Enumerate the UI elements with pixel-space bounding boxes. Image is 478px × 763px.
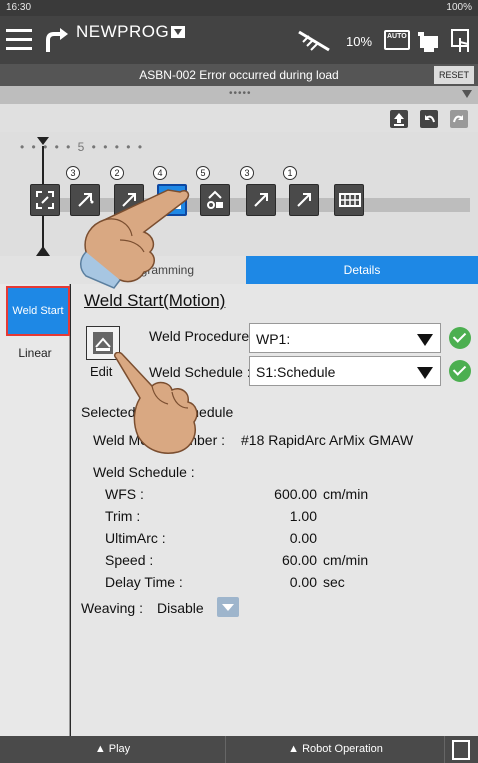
check-icon	[449, 360, 471, 382]
program-name-label: NEWPROG	[76, 22, 170, 41]
node-badge: 4	[153, 166, 167, 180]
timeline-node-weave[interactable]	[334, 184, 364, 216]
param-name: Delay Time :	[105, 574, 183, 590]
param-unit: cm/min	[323, 552, 369, 568]
undo-icon[interactable]	[420, 110, 438, 128]
speed-value[interactable]: 10%	[346, 34, 372, 49]
param-unit: sec	[323, 574, 345, 590]
chevron-down-icon	[171, 26, 186, 38]
param-value: 600.00	[274, 486, 317, 502]
upload-icon[interactable]	[390, 110, 408, 128]
param-name: UltimArc :	[105, 530, 166, 546]
error-message: ASBN-002 Error occurred during load	[139, 68, 339, 82]
weld-schedule-select[interactable]: S1:Schedule	[249, 356, 441, 386]
node-badge: 1	[283, 166, 297, 180]
program-timeline[interactable]: • • • • • 5 • • • • • 3 2 4 5 3 1	[0, 132, 478, 256]
error-bar: ASBN-002 Error occurred during load RESE…	[0, 64, 478, 86]
param-unit: cm/min	[323, 486, 369, 502]
node-badge: 3	[240, 166, 254, 180]
menu-icon[interactable]	[6, 23, 36, 55]
side-item-weld-start[interactable]: Weld Start	[6, 286, 70, 336]
chevron-down-icon[interactable]	[462, 90, 472, 98]
action-strip	[0, 104, 478, 132]
param-value: 1.00	[289, 508, 317, 524]
cursor-bottom-marker[interactable]	[36, 246, 50, 256]
weaving-value: Disable	[157, 600, 204, 616]
tab-details[interactable]: Details	[246, 256, 478, 284]
param-name: Trim :	[105, 508, 141, 524]
touch-icon[interactable]	[450, 28, 472, 54]
weld-procedure-select[interactable]: WP1:	[249, 323, 441, 353]
param-name: WFS :	[105, 486, 144, 502]
weaving-dropdown-icon[interactable]	[217, 597, 239, 617]
arrow-move-icon	[297, 193, 311, 207]
tap-hand-icon	[113, 352, 198, 454]
schedule-heading: Weld Schedule :	[93, 464, 195, 480]
check-icon	[449, 327, 471, 349]
node-badge: 5	[196, 166, 210, 180]
pendant-icon[interactable]	[416, 28, 442, 54]
play-button[interactable]: ▲ Play	[0, 736, 226, 763]
weave-icon	[339, 193, 361, 207]
dropdown-arrow-icon	[417, 334, 433, 346]
node-badge: 3	[66, 166, 80, 180]
auto-mode-label: AUTO	[387, 33, 407, 40]
weld-mode-value: #18 RapidArc ArMix GMAW	[241, 432, 414, 448]
redo-icon[interactable]	[450, 110, 468, 128]
node-badge: 2	[110, 166, 124, 180]
robot-operation-button[interactable]: ▲ Robot Operation	[227, 736, 445, 763]
status-bar: 16:30 100%	[0, 0, 478, 16]
side-item-linear[interactable]: Linear	[0, 346, 70, 370]
program-name[interactable]: NEWPROG	[76, 22, 186, 42]
param-name: Speed :	[105, 552, 154, 568]
timeline-node-frame[interactable]	[30, 184, 60, 216]
timeline-node-weld-end[interactable]	[200, 184, 230, 216]
collapse-handle[interactable]: •••••	[229, 88, 252, 99]
weld-procedure-label: Weld Procedure :	[149, 328, 257, 344]
tap-hand-icon	[80, 189, 190, 289]
status-time: 16:30	[6, 2, 32, 13]
param-value: 0.00	[289, 530, 317, 546]
dropdown-arrow-icon	[417, 367, 433, 379]
frame-icon	[36, 191, 54, 209]
step-arrow-icon[interactable]	[44, 26, 70, 54]
side-nav: Weld Start Linear	[0, 284, 70, 736]
timeline-node-move[interactable]	[289, 184, 319, 216]
bottom-bar: ▲ Play ▲ Robot Operation	[0, 736, 478, 763]
collapse-bar[interactable]: •••••	[0, 86, 478, 104]
tab-bar: Programming Details	[0, 256, 478, 284]
weld-end-icon	[207, 190, 223, 209]
param-value: 0.00	[289, 574, 317, 590]
arrow-move-icon	[254, 193, 268, 207]
auto-mode-icon: AUTO	[384, 30, 410, 50]
speed-icon[interactable]	[295, 28, 335, 54]
panel-title: Weld Start(Motion)	[84, 291, 226, 310]
weld-schedule-value: S1:Schedule	[256, 364, 336, 380]
tab-spacer	[0, 256, 70, 284]
reset-button[interactable]: RESET	[434, 66, 474, 84]
status-battery: 100%	[446, 2, 472, 13]
toolbar: NEWPROG 10% AUTO	[0, 16, 478, 64]
weld-procedure-value: WP1:	[256, 331, 291, 347]
weaving-label: Weaving :	[81, 600, 143, 616]
param-value: 60.00	[281, 552, 317, 568]
timeline-node-move[interactable]	[246, 184, 276, 216]
edit-label: Edit	[90, 364, 113, 379]
teach-pendant-icon[interactable]	[452, 740, 470, 760]
